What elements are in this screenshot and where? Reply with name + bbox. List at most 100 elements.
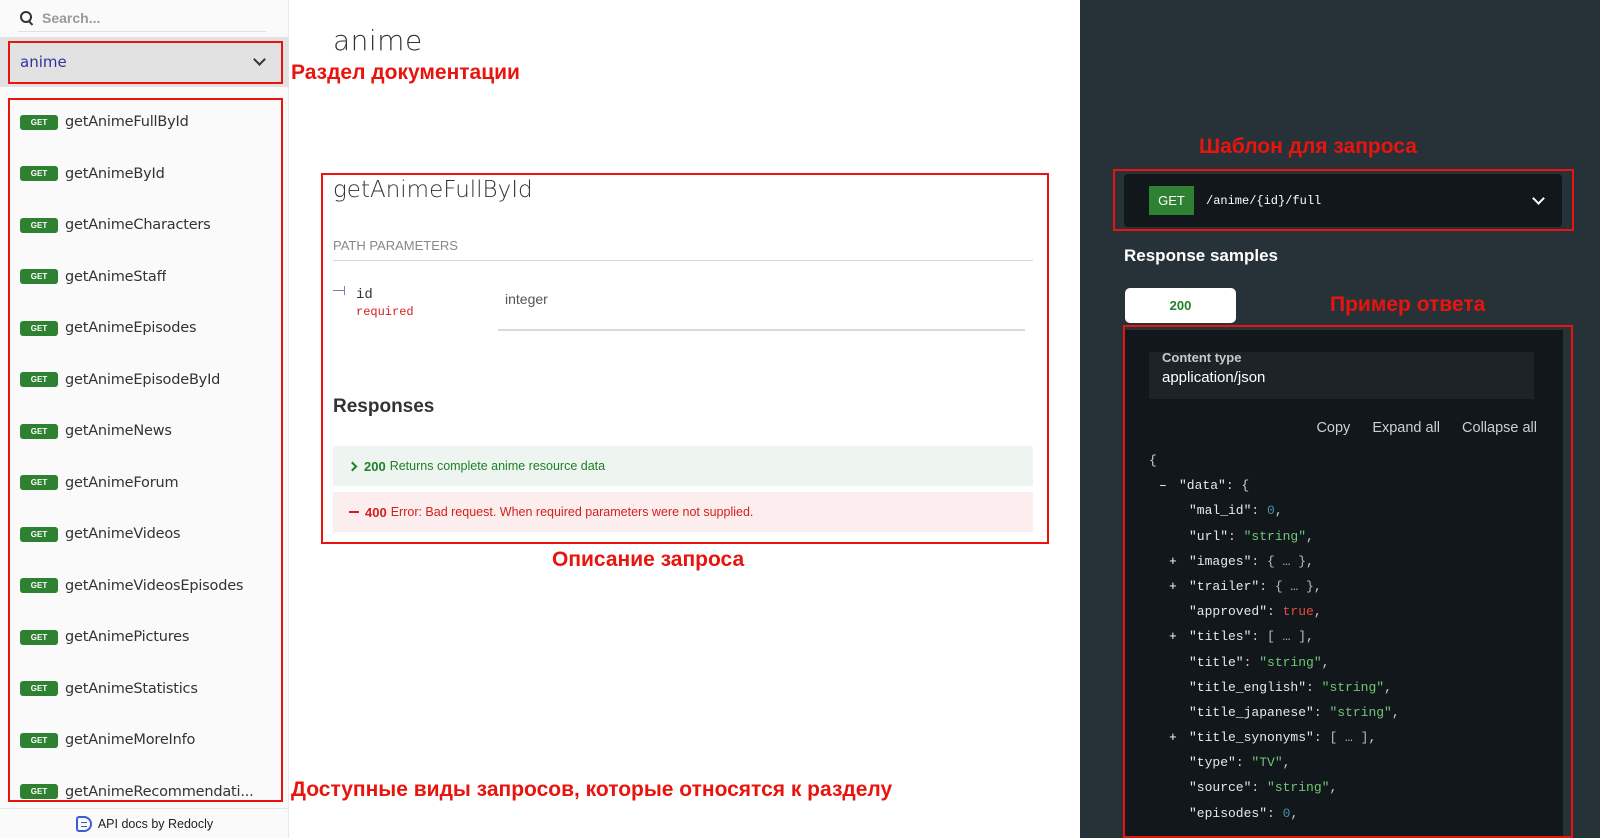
section-dropdown-value: anime — [20, 53, 67, 71]
operation-name: getAnimeForum — [65, 474, 179, 491]
json-line[interactable]: + "images": { … }, — [1149, 549, 1400, 574]
operation-name: getAnimeMoreInfo — [65, 732, 196, 748]
json-key: "title_english" — [1189, 679, 1307, 695]
json-comma: , — [1313, 578, 1322, 594]
json-colon: : — [1251, 553, 1268, 569]
sidebar-operation-item[interactable]: GET getAnimeMoreInfo — [9, 720, 282, 760]
sidebar-operation-item[interactable]: GET getAnimeById — [9, 154, 282, 194]
annotation-description: Описание запроса — [552, 548, 745, 571]
get-method-badge: GET — [20, 269, 58, 284]
search-input[interactable] — [42, 9, 242, 26]
expand-toggle-icon[interactable]: + — [1169, 549, 1189, 574]
json-line: "approved": true, — [1149, 599, 1400, 624]
chevron-down-icon — [253, 53, 266, 66]
json-value: "TV" — [1251, 755, 1283, 771]
expand-toggle-icon[interactable]: + — [1169, 574, 1189, 599]
json-value[interactable]: [ … ] — [1267, 629, 1306, 644]
response-400[interactable]: 400 Error: Bad request. When required pa… — [333, 492, 1033, 532]
sidebar-operation-item[interactable]: GET getAnimeNews — [9, 411, 282, 451]
sidebar-operation-item[interactable]: GET getAnimeRecommendati... — [9, 772, 282, 812]
get-method-badge: GET — [20, 114, 58, 130]
path-parameters-heading: PATH PARAMETERS — [333, 238, 1033, 261]
json-line[interactable]: + "titles": [ … ], — [1149, 624, 1400, 649]
param-required: required — [356, 305, 414, 319]
response-200[interactable]: 200 Returns complete anime resource data — [333, 446, 1033, 486]
operation-content: anime getAnimeFullById PATH PARAMETERS i… — [290, 0, 1080, 838]
expand-all-button[interactable]: Expand all — [1372, 420, 1440, 436]
json-value: "string" — [1321, 679, 1385, 695]
sidebar-operation-item[interactable]: GET getAnimeVideos — [9, 514, 282, 554]
json-value[interactable]: [ … ] — [1329, 730, 1368, 745]
json-viewer: {– "data": {"mal_id": 0, "url": "string", +… — [1149, 448, 1400, 826]
operation-name: getAnimeEpisodes — [65, 320, 197, 336]
annotation-section: Раздел документации — [291, 61, 520, 84]
json-key: "type" — [1189, 755, 1236, 771]
sidebar-operation-item[interactable]: GET getAnimePictures — [9, 617, 282, 657]
json-comma: , — [1274, 503, 1283, 519]
sidebar-operation-item[interactable]: GET getAnimeEpisodeById — [9, 360, 282, 400]
collapse-all-button[interactable]: Collapse all — [1462, 420, 1537, 436]
json-value[interactable]: { … } — [1275, 579, 1314, 594]
sidebar-operation-item[interactable]: GET getAnimeVideosEpisodes — [9, 566, 282, 606]
response-sample: Content type application/json Copy Expan… — [1125, 330, 1563, 838]
json-comma: , — [1290, 805, 1299, 821]
operation-name: getAnimeCharacters — [65, 217, 211, 233]
redocly-logo-icon — [75, 815, 92, 832]
get-method-badge: GET — [20, 578, 58, 593]
http-method-badge: GET — [1149, 186, 1194, 215]
json-colon: : — [1228, 528, 1244, 544]
content-type-label: Content type — [1162, 350, 1242, 365]
chevron-down-icon — [1532, 191, 1545, 205]
sidebar-operation-item[interactable]: GET getAnimeForum — [9, 463, 282, 503]
json-colon: : — [1267, 805, 1283, 821]
get-method-badge: GET — [20, 320, 58, 336]
json-value: "string" — [1329, 704, 1392, 720]
copy-button[interactable]: Copy — [1316, 420, 1350, 436]
operation-name: getAnimeStaff — [65, 268, 167, 285]
response-code: 200 — [364, 458, 386, 474]
json-colon: : — [1243, 654, 1260, 670]
response-tab-200[interactable]: 200 — [1125, 288, 1236, 323]
json-comma: , — [1306, 528, 1314, 544]
endpoint-dropdown[interactable]: GET /anime/{id}/full — [1124, 174, 1562, 227]
json-colon: : — [1267, 604, 1283, 620]
sidebar: anime GET getAnimeFullById GET getAnimeById… — [0, 0, 289, 838]
search-box[interactable] — [18, 4, 266, 32]
sidebar-operation-item[interactable]: GET getAnimeFullById — [9, 102, 282, 142]
json-key: "data" — [1179, 478, 1226, 494]
section-dropdown[interactable]: anime — [0, 37, 289, 87]
json-key: "episodes" — [1189, 805, 1268, 821]
json-colon: : — [1313, 730, 1330, 746]
expand-toggle-icon[interactable]: + — [1169, 624, 1189, 649]
sidebar-operation-item[interactable]: GET getAnimeEpisodes — [9, 308, 282, 348]
json-key: "titles" — [1189, 629, 1252, 645]
json-comma: , — [1368, 730, 1377, 746]
get-method-badge: GET — [20, 784, 58, 799]
dash-icon — [349, 511, 359, 513]
sidebar-operation-item[interactable]: GET getAnimeCharacters — [9, 205, 282, 245]
collapse-toggle-icon[interactable]: – — [1159, 473, 1179, 498]
json-line[interactable]: + "title_synonyms": [ … ], — [1149, 725, 1400, 750]
json-line: "episodes": 0, — [1149, 801, 1400, 826]
json-line[interactable]: – "data": { — [1149, 473, 1400, 498]
param-divider — [498, 329, 1025, 331]
json-value: 0 — [1267, 503, 1275, 519]
get-method-badge: GET — [20, 372, 58, 387]
expand-toggle-icon[interactable]: + — [1169, 725, 1189, 750]
sidebar-operation-item[interactable]: GET getAnimeStaff — [9, 257, 282, 297]
get-method-badge: GET — [20, 526, 58, 542]
sidebar-operation-item[interactable]: GET getAnimeStatistics — [9, 669, 282, 709]
json-value[interactable]: { … } — [1267, 554, 1306, 569]
json-comma: , — [1313, 604, 1322, 620]
json-value: true — [1282, 604, 1314, 620]
chevron-right-icon — [347, 461, 358, 471]
json-line[interactable]: + "trailer": { … }, — [1149, 574, 1400, 599]
redocly-footer-link[interactable]: API docs by Redocly — [0, 808, 289, 838]
annotation-example: Пример ответа — [1330, 293, 1486, 316]
annotation-template: Шаблон для запроса — [1199, 135, 1417, 158]
json-value: "string" — [1267, 780, 1330, 796]
operation-name: getAnimeVideosEpisodes — [65, 577, 244, 594]
operation-name: getAnimeEpisodeById — [65, 371, 221, 388]
operation-name: getAnimeRecommendati... — [65, 783, 254, 800]
json-colon: : — [1251, 629, 1268, 645]
